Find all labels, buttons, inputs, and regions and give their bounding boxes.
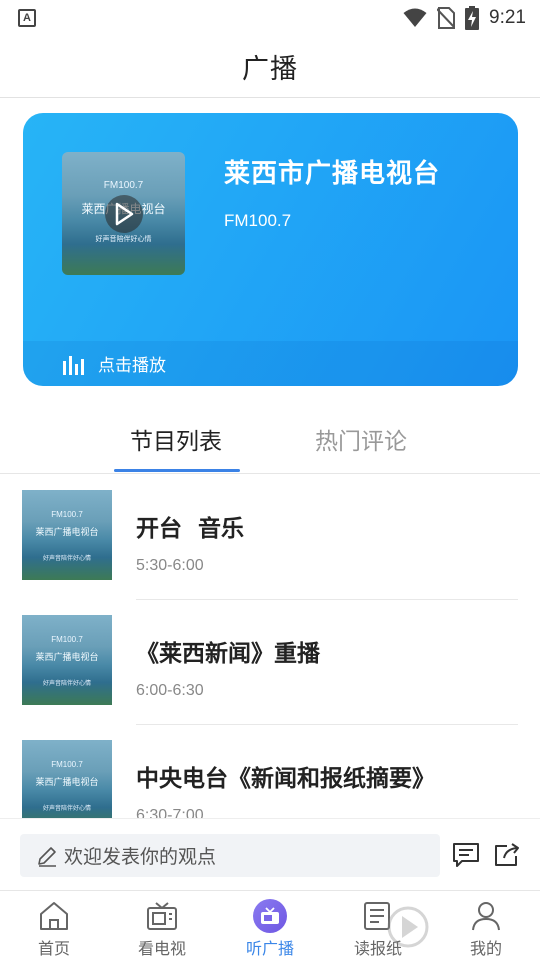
- comments-button[interactable]: [452, 841, 480, 869]
- program-time: 6:30-7:00: [136, 807, 204, 818]
- page-header: 广播: [0, 36, 540, 98]
- cover-text-frequency: FM100.7: [103, 180, 144, 191]
- tap-to-play-label: 点击播放: [98, 356, 166, 376]
- list-item[interactable]: FM100.7 莱西广播电视台 好声音陪伴好心情 《莱西新闻》重播 6:00-6…: [0, 600, 540, 725]
- station-frequency: FM100.7: [224, 211, 292, 230]
- nav-radio-label: 听广播: [245, 939, 294, 958]
- thumb-text-station: 莱西广播电视台: [35, 528, 99, 538]
- thumb-text-station: 莱西广播电视台: [35, 778, 99, 788]
- share-button[interactable]: [493, 841, 521, 869]
- comment-input[interactable]: 欢迎发表你的观点: [20, 834, 440, 877]
- program-title: 中央电台《新闻和报纸摘要》: [136, 766, 435, 792]
- thumb-text-slogan: 好声音陪伴好心情: [42, 805, 91, 812]
- program-title: 《莱西新闻》重播: [136, 641, 320, 667]
- play-icon: [115, 202, 134, 226]
- program-thumbnail: FM100.7 莱西广播电视台 好声音陪伴好心情: [22, 615, 112, 705]
- thumb-text-station: 莱西广播电视台: [35, 653, 99, 663]
- list-item[interactable]: FM100.7 莱西广播电视台 好声音陪伴好心情 开台 音乐 5:30-6:00: [0, 475, 540, 600]
- clock: 9:21: [489, 7, 526, 28]
- nav-tv[interactable]: 看电视: [108, 891, 216, 960]
- program-title: 开台 音乐: [136, 516, 245, 542]
- station-cover[interactable]: FM100.7 莱西广播电视台 好声音陪伴好心情: [62, 152, 185, 275]
- program-thumbnail: FM100.7 莱西广播电视台 好声音陪伴好心情: [22, 740, 112, 818]
- thumb-text-slogan: 好声音陪伴好心情: [42, 555, 91, 562]
- thumb-text-frequency: FM100.7: [51, 510, 83, 519]
- watermark-logo: [387, 906, 429, 948]
- comment-icon: [453, 843, 479, 867]
- tap-to-play-bar[interactable]: 点击播放: [23, 341, 518, 386]
- no-sim-icon: [437, 7, 456, 29]
- nav-home-label: 首页: [37, 939, 70, 958]
- status-bar: A 9:21: [0, 0, 540, 36]
- cover-text-slogan: 好声音陪伴好心情: [95, 235, 152, 243]
- battery-charging-icon: [465, 6, 480, 30]
- program-time: 6:00-6:30: [136, 682, 204, 699]
- comment-placeholder: 欢迎发表你的观点: [64, 846, 217, 868]
- edit-icon: [38, 846, 56, 867]
- comment-bar: 欢迎发表你的观点: [0, 818, 540, 890]
- nav-radio[interactable]: 听广播: [216, 891, 324, 960]
- home-icon: [40, 902, 68, 930]
- share-icon: [495, 843, 519, 866]
- thumb-text-frequency: FM100.7: [51, 760, 83, 769]
- tab-hot-comments[interactable]: 热门评论: [315, 422, 407, 456]
- content-tabs: 节目列表 热门评论: [0, 400, 540, 474]
- nav-home[interactable]: 首页: [0, 891, 108, 960]
- radio-station-card[interactable]: FM100.7 莱西广播电视台 好声音陪伴好心情 莱西市广播电视台 FM100.…: [23, 113, 518, 386]
- radio-icon: [253, 899, 287, 933]
- active-tab-indicator: [114, 469, 240, 472]
- tab-program-list[interactable]: 节目列表: [130, 422, 222, 456]
- list-item[interactable]: FM100.7 莱西广播电视台 好声音陪伴好心情 中央电台《新闻和报纸摘要》 6…: [0, 725, 540, 818]
- wifi-icon: [403, 8, 427, 27]
- page-title: 广播: [242, 54, 298, 85]
- program-time: 5:30-6:00: [136, 557, 204, 574]
- thumb-text-slogan: 好声音陪伴好心情: [42, 680, 91, 687]
- program-thumbnail: FM100.7 莱西广播电视台 好声音陪伴好心情: [22, 490, 112, 580]
- notification-a-icon: A: [18, 9, 36, 27]
- station-name: 莱西市广播电视台: [224, 159, 441, 189]
- play-button[interactable]: [105, 195, 143, 233]
- nav-tv-label: 看电视: [137, 939, 186, 958]
- thumb-text-frequency: FM100.7: [51, 635, 83, 644]
- equalizer-icon: [63, 355, 84, 375]
- program-list[interactable]: FM100.7 莱西广播电视台 好声音陪伴好心情 开台 音乐 5:30-6:00…: [0, 475, 540, 818]
- tv-icon: [147, 902, 177, 930]
